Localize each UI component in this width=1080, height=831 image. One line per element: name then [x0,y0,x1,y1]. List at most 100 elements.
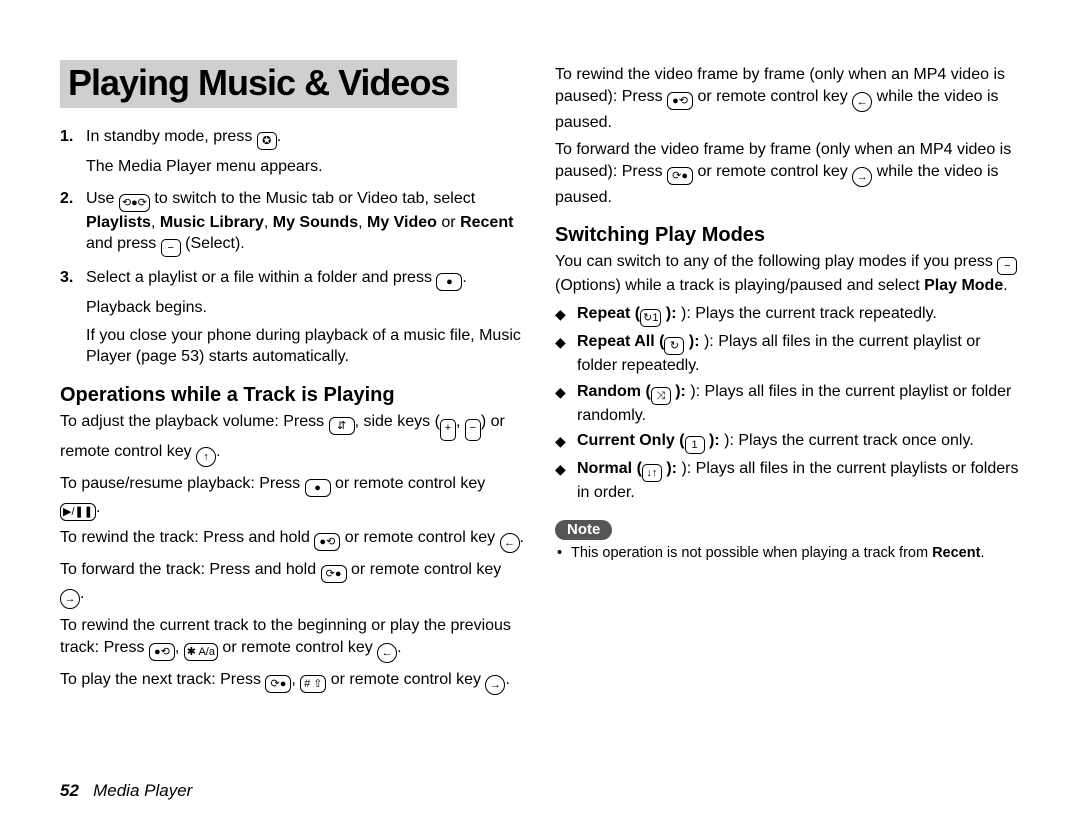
text: Use [86,190,119,207]
text: The Media Player menu appears. [86,156,525,178]
play-modes-list: Repeat (↻1 ): ): Plays the current track… [555,303,1020,504]
text: Playback begins. [86,297,525,319]
playpause-key-icon: ▶/❚❚ [60,503,96,521]
text-bold: Current Only ( [577,432,685,449]
text: . [505,671,509,688]
text: , [175,639,184,656]
nav-left-icon: ●⟲ [667,92,693,110]
remote-up-icon: ↑ [196,447,216,467]
text-bold: My Sounds [273,214,358,231]
text: or remote control key [331,475,486,492]
op-prev-track: To rewind the current track to the begin… [60,615,525,663]
media-key-icon: ✪ [257,132,277,150]
switch-modes-intro: You can switch to any of the following p… [555,251,1020,297]
text: To rewind the track: Press and hold [60,529,314,546]
page-number: 52 [60,781,79,800]
text: To forward the track: Press and hold [60,561,321,578]
text: In standby mode, press [86,128,257,145]
text-bold: Music Library [160,214,264,231]
softkey-icon: − [161,239,181,257]
text: To play the next track: Press [60,671,265,688]
page-footer: 52 Media Player [60,781,192,801]
page-title: Playing Music & Videos [60,60,457,108]
text-bold: Recent [932,545,980,561]
text: If you close your phone during playback … [86,325,525,368]
op-pause: To pause/resume playback: Press ● or rem… [60,473,525,521]
text: Select a playlist or a file within a fol… [86,269,436,286]
text: To adjust the playback volume: Press [60,413,329,430]
step-1: In standby mode, press ✪. The Media Play… [60,126,525,178]
nav-updown-icon: ⇵ [329,417,355,435]
section-name: Media Player [93,781,192,800]
mode-repeat: Repeat (↻1 ): ): Plays the current track… [555,303,1020,327]
op-volume: To adjust the playback volume: Press ⇵, … [60,411,525,467]
remote-next-icon: → [485,675,505,695]
text: (Options) while a track is playing/pause… [555,277,924,294]
step-3: Select a playlist or a file within a fol… [60,267,525,368]
remote-prev-icon: ← [500,533,520,553]
note-label: Note [555,520,612,540]
remote-next-icon: → [852,167,872,187]
softkey-icon: − [997,257,1017,275]
text: , [291,671,300,688]
text: You can switch to any of the following p… [555,253,997,270]
text-bold: Repeat ( [577,305,640,322]
text: or remote control key [693,88,852,105]
text: . [1003,277,1007,294]
text-bold: Repeat All ( [577,333,664,350]
text: ): Plays the current track repeatedly. [677,305,937,322]
column-right: To rewind the video frame by frame (only… [555,60,1020,701]
text: . [397,639,401,656]
note-list: This operation is not possible when play… [555,544,1020,563]
text: . [462,269,466,286]
text-bold: ): [684,333,699,350]
text-bold: My Video [367,214,437,231]
text: . [80,585,84,602]
text: To pause/resume playback: Press [60,475,305,492]
op-frame-rewind: To rewind the video frame by frame (only… [555,64,1020,133]
text: . [520,529,524,546]
manual-page: Playing Music & Videos In standby mode, … [0,0,1080,831]
operations-heading: Operations while a Track is Playing [60,384,525,407]
text: . [980,545,984,561]
text: or remote control key [693,163,852,180]
op-rewind: To rewind the track: Press and hold ●⟲ o… [60,527,525,553]
text: or remote control key [347,561,502,578]
text: or [437,214,460,231]
text-bold: Playlists [86,214,151,231]
text: or remote control key [340,529,499,546]
text-bold: ): [662,460,677,477]
text: to switch to the Music tab or Video tab,… [150,190,475,207]
column-left: Playing Music & Videos In standby mode, … [60,60,525,701]
nav-left-icon: ●⟲ [149,643,175,661]
text: ): Plays the current track once only. [720,432,974,449]
nav-left-icon: ●⟲ [314,533,340,551]
text: . [277,128,281,145]
text: , side keys ( [355,413,440,430]
remote-prev-icon: ← [852,92,872,112]
switch-modes-heading: Switching Play Modes [555,224,1020,247]
mode-normal: Normal (↓↑ ): ): Plays all files in the … [555,458,1020,504]
mode-current-only: Current Only (1 ): ): Plays the current … [555,430,1020,454]
text: , [151,214,160,231]
text-bold: ): [705,432,720,449]
sidekey-plus-icon: + [440,419,456,441]
center-key-icon: ● [305,479,331,497]
random-icon: ⤨ [651,387,671,405]
repeat-one-icon: ↻1 [640,309,661,327]
text-bold: Play Mode [924,277,1003,294]
op-frame-forward: To forward the video frame by frame (onl… [555,139,1020,208]
text: or remote control key [218,639,377,656]
op-next-track: To play the next track: Press ⟳●, # ⇧ or… [60,669,525,695]
text-bold: Normal ( [577,460,642,477]
repeat-all-icon: ↻ [664,337,684,355]
text: . [216,443,220,460]
note-item: This operation is not possible when play… [555,544,1020,563]
mode-random: Random (⤨ ): ): Plays all files in the c… [555,381,1020,427]
two-column-layout: Playing Music & Videos In standby mode, … [60,60,1020,701]
mode-repeat-all: Repeat All (↻ ): ): Plays all files in t… [555,331,1020,377]
sidekey-minus-icon: − [465,419,481,441]
text: and press [86,235,161,252]
steps-list: In standby mode, press ✪. The Media Play… [60,126,525,368]
nav-right-icon: ⟳● [667,167,693,185]
